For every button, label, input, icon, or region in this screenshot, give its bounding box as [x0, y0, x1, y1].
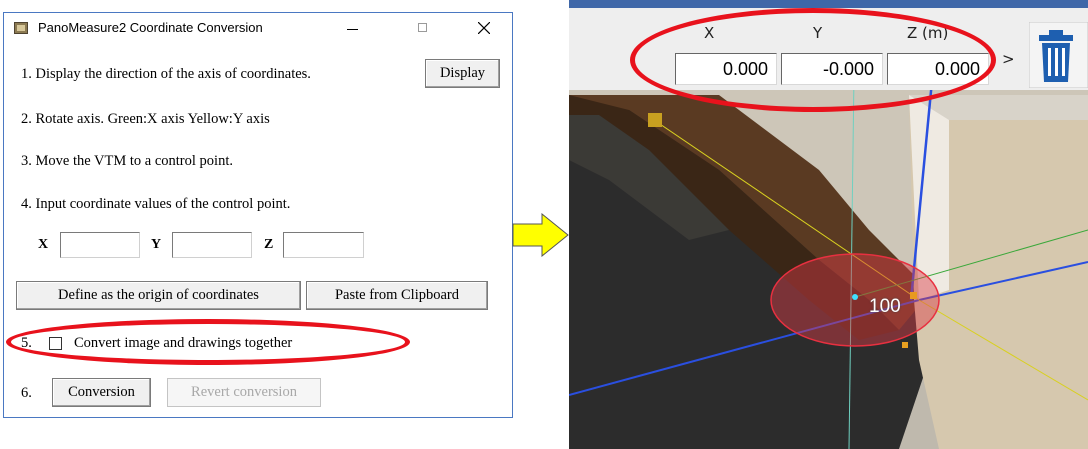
- arrow-right-icon: [512, 213, 569, 257]
- app-icon: [14, 22, 28, 34]
- close-icon: [478, 22, 490, 34]
- z-label: Z: [264, 237, 274, 252]
- define-origin-button[interactable]: Define as the origin of coordinates: [16, 281, 301, 310]
- display-button[interactable]: Display: [425, 59, 500, 88]
- paste-from-clipboard-button[interactable]: Paste from Clipboard: [306, 281, 488, 310]
- y-input[interactable]: [172, 232, 252, 258]
- toolbar-top-edge: [569, 0, 1088, 8]
- x-input[interactable]: [60, 232, 140, 258]
- highlight-ellipse-step5: [6, 319, 410, 365]
- close-button[interactable]: [461, 13, 507, 43]
- expand-button[interactable]: >: [1002, 50, 1015, 68]
- marker-distance-label: 100: [869, 296, 901, 317]
- step6-number: 6.: [21, 385, 32, 401]
- minimize-button[interactable]: [329, 13, 375, 43]
- coordinate-conversion-dialog: PanoMeasure2 Coordinate Conversion 1. Di…: [3, 12, 513, 418]
- step3-text: 3. Move the VTM to a control point.: [21, 153, 233, 169]
- trash-icon[interactable]: [1029, 22, 1088, 88]
- revert-conversion-button: Revert conversion: [167, 378, 321, 407]
- window-title: PanoMeasure2 Coordinate Conversion: [38, 20, 263, 35]
- step4-text: 4. Input coordinate values of the contro…: [21, 196, 291, 212]
- z-input[interactable]: [283, 232, 364, 258]
- x-label: X: [38, 237, 49, 252]
- panorama-viewer[interactable]: 100 X Y Z (m) 0.000 -0.000 0.000 >: [569, 0, 1088, 449]
- step1-text: 1. Display the direction of the axis of …: [21, 66, 311, 82]
- conversion-button[interactable]: Conversion: [52, 378, 151, 407]
- y-label: Y: [151, 237, 162, 252]
- step2-text: 2. Rotate axis. Green:X axis Yellow:Y ax…: [21, 111, 270, 127]
- maximize-button[interactable]: [400, 13, 446, 43]
- title-bar[interactable]: PanoMeasure2 Coordinate Conversion: [4, 13, 512, 43]
- highlight-ellipse-coords: [630, 8, 996, 112]
